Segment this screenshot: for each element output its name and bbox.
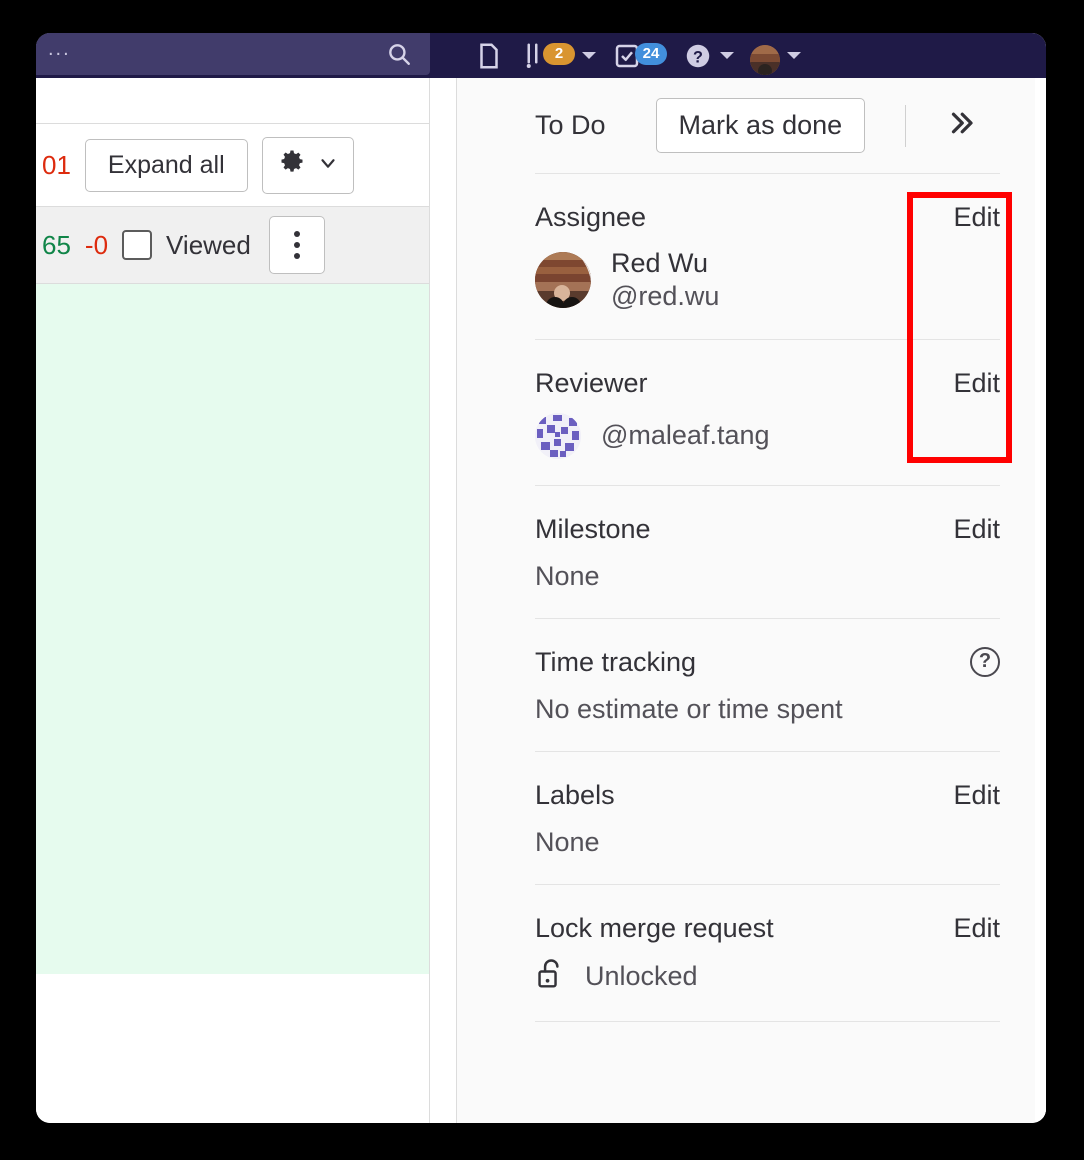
lines-added-count: 65 xyxy=(42,229,71,260)
search-icon[interactable] xyxy=(386,41,412,67)
navbar-item-todos[interactable]: 24 xyxy=(604,33,675,78)
navbar-item-merge-requests[interactable] xyxy=(466,33,512,78)
navbar-item-issues[interactable]: 2 xyxy=(512,33,604,78)
chevron-double-right-icon[interactable] xyxy=(944,108,978,143)
labels-edit-link[interactable]: Edit xyxy=(953,780,1000,811)
labels-value: None xyxy=(535,826,600,857)
lock-merge-request-title: Lock merge request xyxy=(535,912,774,943)
diff-file-row: 65 -0 Viewed xyxy=(36,206,429,284)
chevron-down-icon[interactable] xyxy=(787,52,801,59)
avatar xyxy=(750,44,780,75)
viewed-label: Viewed xyxy=(166,229,251,260)
chevron-down-icon[interactable] xyxy=(720,52,734,59)
diff-toolbar: 01 Expand all xyxy=(36,124,429,206)
merge-request-icon xyxy=(474,41,504,71)
assignee-user-text: Red Wu @red.wu xyxy=(611,247,719,313)
merge-request-sidebar: To Do Mark as done Assignee Edit Red Wu … xyxy=(456,78,1046,1123)
lines-removed-count: -0 xyxy=(84,229,109,260)
time-tracking-value: No estimate or time spent xyxy=(535,693,843,724)
diff-left-pane: 01 Expand all 65 -0 Viewed xyxy=(36,78,430,1123)
assignee-title: Assignee xyxy=(535,202,647,232)
navbar-actions: 2 24 ? xyxy=(466,33,809,78)
assignee-user[interactable]: Red Wu @red.wu xyxy=(535,247,1000,313)
kebab-menu-icon xyxy=(293,253,300,259)
kebab-menu-icon xyxy=(293,231,300,237)
sidebar-section-assignee: Assignee Edit Red Wu @red.wu xyxy=(535,174,1000,339)
search-input[interactable]: ... xyxy=(36,33,430,75)
assignee-handle: @red.wu xyxy=(611,280,720,311)
sidebar-section-labels: Labels Edit None xyxy=(535,752,1000,884)
assignee-name: Red Wu xyxy=(611,248,709,278)
reviewer-handle: @maleaf.tang xyxy=(601,420,770,451)
lock-merge-request-value: Unlocked xyxy=(585,960,698,991)
issues-badge: 2 xyxy=(543,42,575,65)
reviewer-user[interactable]: @maleaf.tang xyxy=(535,412,1000,459)
sidebar-section-lock-merge-request: Lock merge request Edit Unlocked xyxy=(535,885,1000,1021)
reviewer-edit-link[interactable]: Edit xyxy=(953,368,1000,399)
search-placeholder: ... xyxy=(48,38,71,60)
divider xyxy=(905,104,907,147)
help-question-icon: ? xyxy=(683,41,713,71)
sidebar-section-reviewer: Reviewer Edit @maleaf.tang xyxy=(535,340,1000,485)
navbar-item-help[interactable]: ? xyxy=(675,33,742,78)
milestone-title: Milestone xyxy=(535,513,651,544)
sidebar-section-time-tracking: Time tracking ? No estimate or time spen… xyxy=(535,619,1000,751)
todo-label: To Do xyxy=(535,110,606,140)
diff-settings-button[interactable] xyxy=(261,136,354,194)
diff-pane-header xyxy=(36,78,429,124)
mark-as-done-button[interactable]: Mark as done xyxy=(655,98,866,153)
viewed-checkbox[interactable] xyxy=(122,230,153,260)
todos-badge: 24 xyxy=(635,42,667,65)
gear-icon xyxy=(277,148,307,183)
diff-added-lines-region xyxy=(36,284,429,974)
identicon-avatar xyxy=(535,412,581,459)
milestone-value: None xyxy=(535,560,600,591)
screenshot-viewport: ... 2 24 ? 01 Expand all 65 -0 Viewed To… xyxy=(0,0,1084,1160)
expand-all-button[interactable]: Expand all xyxy=(84,138,248,192)
chevron-down-icon[interactable] xyxy=(582,52,596,59)
kebab-menu-icon xyxy=(293,242,300,248)
navbar-item-user-menu[interactable] xyxy=(742,33,809,78)
todo-row: To Do Mark as done xyxy=(535,78,1000,173)
time-tracking-title: Time tracking xyxy=(535,646,697,677)
help-circle-icon[interactable]: ? xyxy=(970,646,1000,677)
file-more-actions-button[interactable] xyxy=(268,216,325,274)
assignee-edit-link[interactable]: Edit xyxy=(953,202,1000,233)
labels-title: Labels xyxy=(535,779,615,810)
top-navbar: ... 2 24 ? xyxy=(36,33,1046,78)
chevron-down-icon xyxy=(317,152,339,179)
reviewer-title: Reviewer xyxy=(535,367,648,398)
divider xyxy=(535,1020,1000,1022)
browser-content-frame: ... 2 24 ? 01 Expand all 65 -0 Viewed To… xyxy=(36,33,1046,1123)
milestone-edit-link[interactable]: Edit xyxy=(953,514,1000,545)
svg-text:?: ? xyxy=(693,48,703,66)
unlock-icon xyxy=(535,958,565,995)
avatar xyxy=(535,251,591,308)
changes-count: 01 xyxy=(42,149,71,180)
sidebar-section-milestone: Milestone Edit None xyxy=(535,486,1000,618)
lock-merge-request-edit-link[interactable]: Edit xyxy=(953,913,1000,944)
sidebar-scrollbar[interactable] xyxy=(1035,78,1046,1123)
